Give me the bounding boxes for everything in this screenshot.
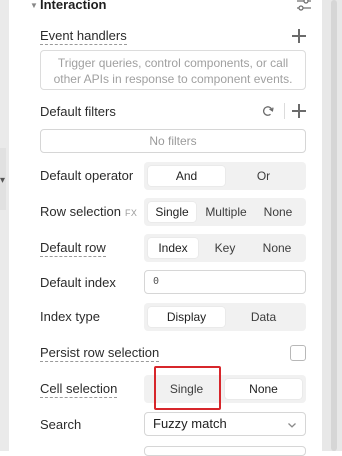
search-label: Search: [40, 417, 82, 432]
section-title: Interaction: [40, 0, 107, 12]
default-row-none-option[interactable]: None: [252, 238, 302, 258]
cell-selection-label: Cell selection: [40, 381, 118, 398]
event-handlers-label: Event handlers: [40, 28, 127, 45]
sliders-icon[interactable]: [296, 0, 312, 13]
collapse-glyph-icon: ▾: [0, 175, 6, 186]
default-row-key-option[interactable]: Key: [200, 238, 250, 258]
row-selection-multiple-option[interactable]: Multiple: [200, 202, 252, 222]
row-selection-single-option[interactable]: Single: [148, 202, 196, 222]
row-selection-control: Single Multiple None: [144, 198, 306, 226]
next-field[interactable]: [144, 446, 306, 456]
default-index-label: Default index: [40, 275, 116, 290]
caret-down-icon[interactable]: ▼: [30, 1, 38, 10]
section-header[interactable]: ▼ Interaction: [22, 0, 320, 14]
default-operator-control: And Or: [144, 162, 306, 190]
no-filters-box[interactable]: No filters: [40, 129, 306, 153]
interaction-panel: ▼ Interaction Event handlers Trigger que…: [22, 0, 320, 456]
cell-selection-none-option[interactable]: None: [225, 379, 302, 399]
row-selection-label: Row selection FX: [40, 204, 138, 219]
persist-row-selection-label: Persist row selection: [40, 345, 160, 362]
highlight-box: [154, 366, 221, 410]
redo-icon[interactable]: [261, 104, 275, 118]
index-type-control: Display Data: [144, 303, 306, 331]
add-filter-icon[interactable]: [292, 104, 306, 118]
chevron-down-icon: [288, 423, 296, 428]
event-handlers-hint[interactable]: Trigger queries, control components, or …: [40, 50, 306, 90]
toolbar-divider: [284, 103, 285, 119]
scrollbar-track[interactable]: [322, 0, 342, 451]
add-event-handler-icon[interactable]: [292, 29, 306, 43]
row-selection-none-option[interactable]: None: [254, 202, 302, 222]
fx-badge[interactable]: FX: [125, 208, 138, 218]
index-type-label: Index type: [40, 309, 100, 324]
operator-and-option[interactable]: And: [148, 166, 225, 186]
left-panel-edge: [0, 0, 9, 451]
index-type-data-option[interactable]: Data: [225, 307, 302, 327]
default-row-control: Index Key None: [144, 234, 306, 262]
search-mode-value: Fuzzy match: [153, 416, 227, 431]
persist-row-selection-checkbox[interactable]: [290, 345, 306, 361]
scrollbar-thumb[interactable]: [331, 0, 337, 451]
default-filters-label: Default filters: [40, 104, 116, 119]
index-type-display-option[interactable]: Display: [148, 307, 225, 327]
default-index-input[interactable]: 0: [144, 270, 306, 294]
operator-or-option[interactable]: Or: [225, 166, 302, 186]
search-mode-select[interactable]: Fuzzy match: [144, 412, 306, 436]
default-row-index-option[interactable]: Index: [148, 238, 198, 258]
default-row-label: Default row: [40, 240, 106, 257]
default-operator-label: Default operator: [40, 168, 134, 183]
